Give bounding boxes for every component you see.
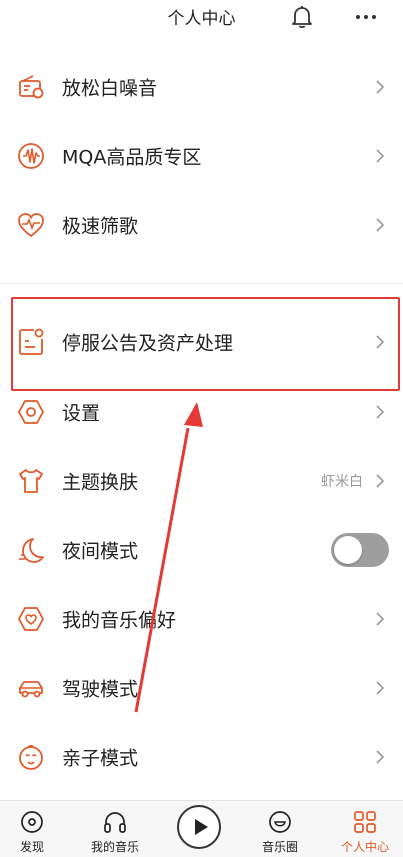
chevron-right-icon bbox=[376, 680, 385, 695]
chevron-right-icon bbox=[376, 404, 385, 419]
disc-icon bbox=[21, 811, 43, 833]
tab-discover[interactable]: 发现 bbox=[0, 801, 64, 857]
menu-item-music-pref[interactable]: 我的音乐偏好 bbox=[0, 584, 403, 653]
smile-icon bbox=[269, 811, 291, 833]
play-icon bbox=[195, 819, 208, 835]
theme-value: 虾米白 bbox=[321, 473, 363, 490]
menu-item-label: 设置 bbox=[62, 402, 101, 424]
menu-item-mqa[interactable]: MQA高品质专区 bbox=[0, 121, 403, 190]
tab-music-circle[interactable]: 音乐圈 bbox=[250, 801, 310, 857]
heart-pulse-icon bbox=[18, 212, 44, 237]
menu-item-label: 我的音乐偏好 bbox=[62, 609, 177, 631]
menu-item-quick-filter[interactable]: 极速筛歌 bbox=[0, 190, 403, 259]
moon-icon bbox=[19, 537, 44, 563]
chevron-right-icon bbox=[376, 749, 385, 764]
menu-item-label: MQA高品质专区 bbox=[62, 146, 202, 168]
heart-tag-icon bbox=[18, 606, 44, 631]
bell-icon[interactable] bbox=[289, 4, 315, 30]
tab-my-music[interactable]: 我的音乐 bbox=[80, 801, 150, 857]
tab-label: 音乐圈 bbox=[261, 840, 298, 854]
menu-item-label: 主题换肤 bbox=[62, 471, 139, 493]
chevron-right-icon bbox=[376, 79, 385, 94]
radio-icon bbox=[19, 74, 44, 98]
menu-item-relax-noise[interactable]: 放松白噪音 bbox=[0, 52, 403, 121]
grid-icon bbox=[354, 811, 376, 833]
chevron-right-icon bbox=[376, 611, 385, 626]
menu-item-label: 极速筛歌 bbox=[62, 215, 139, 237]
menu-item-theme[interactable]: 主题换肤 虾米白 bbox=[0, 446, 403, 515]
menu-item-settings[interactable]: 设置 bbox=[0, 377, 403, 446]
tab-label: 发现 bbox=[19, 840, 44, 854]
page-title: 个人中心 bbox=[167, 9, 236, 29]
headphones-icon bbox=[104, 812, 126, 833]
menu-item-night-mode: 夜间模式 bbox=[0, 515, 403, 584]
tshirt-icon bbox=[19, 468, 43, 493]
menu-item-label: 驾驶模式 bbox=[62, 678, 139, 700]
menu-item-label: 夜间模式 bbox=[62, 540, 139, 562]
chevron-right-icon bbox=[376, 148, 385, 163]
menu-item-label: 亲子模式 bbox=[62, 747, 139, 769]
waveform-icon bbox=[18, 142, 44, 169]
menu-item-kids-mode[interactable]: 亲子模式 bbox=[0, 722, 403, 791]
car-icon bbox=[19, 680, 43, 697]
menu-item-drive-mode[interactable]: 驾驶模式 bbox=[0, 653, 403, 722]
toggle-knob bbox=[334, 535, 362, 564]
more-dots-icon[interactable] bbox=[352, 4, 380, 30]
tab-label: 我的音乐 bbox=[90, 840, 139, 854]
tab-profile[interactable]: 个人中心 bbox=[330, 801, 400, 857]
chevron-right-icon bbox=[376, 473, 385, 488]
menu-item-label: 放松白噪音 bbox=[62, 77, 158, 99]
night-mode-toggle[interactable] bbox=[331, 532, 389, 567]
section-divider bbox=[0, 283, 403, 284]
play-button[interactable] bbox=[177, 805, 221, 849]
tab-label: 个人中心 bbox=[340, 840, 389, 854]
header: 个人中心 bbox=[0, 0, 403, 34]
hexagon-settings-icon bbox=[18, 399, 44, 424]
baby-face-icon bbox=[19, 744, 43, 770]
chevron-right-icon bbox=[376, 217, 385, 232]
